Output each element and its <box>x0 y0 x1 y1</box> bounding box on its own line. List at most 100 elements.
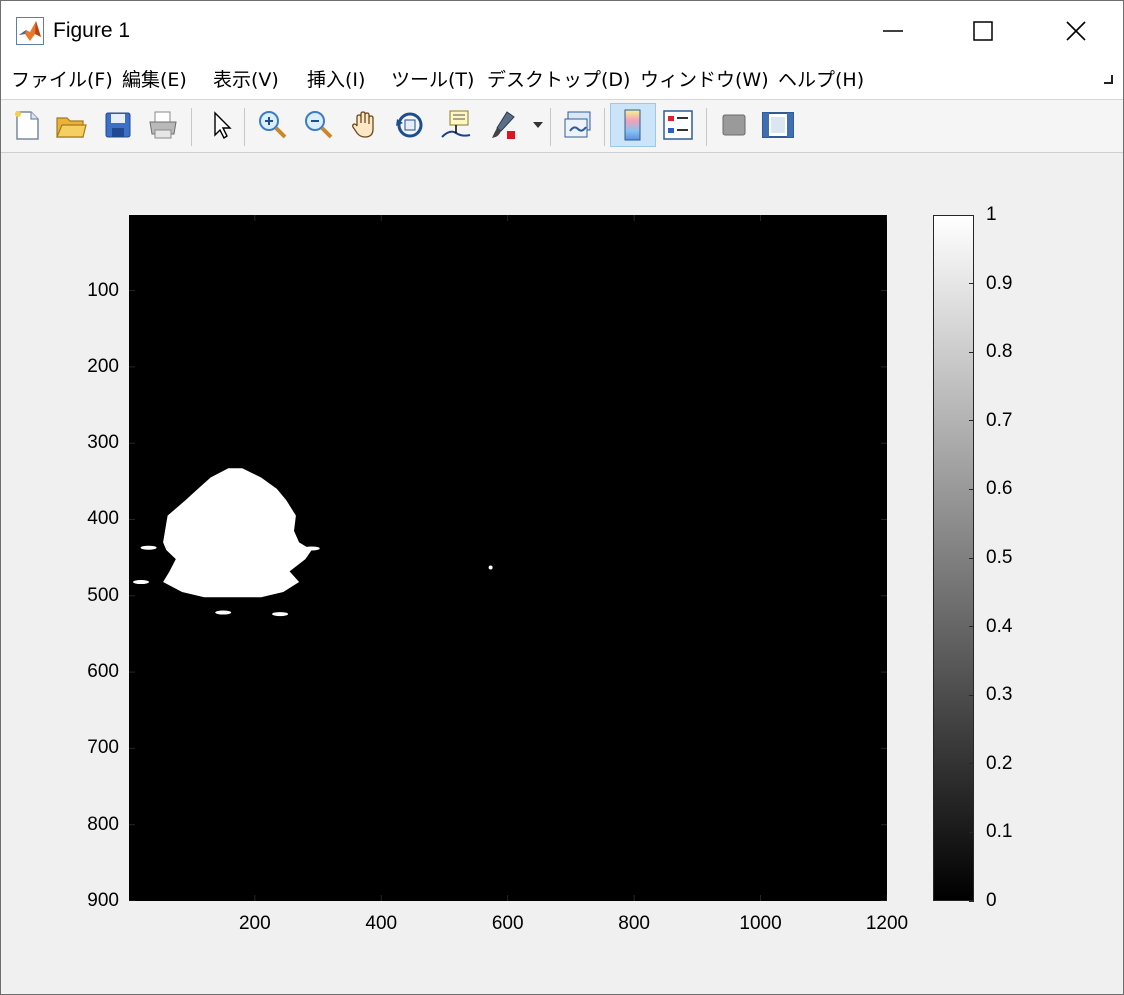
maximize-icon <box>973 21 993 41</box>
menu-insert[interactable]: 挿入(I) <box>307 68 365 92</box>
rotate-3d-button[interactable] <box>390 105 430 145</box>
colorbar-tick-label: 0.3 <box>986 684 1013 706</box>
chevron-down-icon <box>533 122 543 128</box>
toolbar-separator <box>550 108 551 146</box>
colorbar-tick-label: 0.9 <box>986 272 1013 294</box>
x-tick-label: 400 <box>365 913 398 934</box>
menu-edit[interactable]: 編集(E) <box>122 68 187 92</box>
colorbar-tick-mark <box>969 900 974 902</box>
image-axes[interactable] <box>129 215 887 901</box>
colorbar-icon <box>624 109 641 141</box>
x-tick-label: 1200 <box>865 913 909 934</box>
minimize-button[interactable] <box>863 1 923 61</box>
colorbar-tick-mark <box>969 214 974 216</box>
zoom-out-icon <box>305 111 333 139</box>
brush-icon <box>492 111 515 139</box>
edit-plot-arrow-icon <box>214 111 232 140</box>
figure-toolbar <box>1 100 1123 153</box>
insert-legend-button[interactable] <box>658 105 698 145</box>
open-file-icon <box>56 117 87 138</box>
menu-bar: ファイル(F) 編集(E) 表示(V) 挿入(I) ツール(T) デスクトップ(… <box>1 61 1123 100</box>
menu-desktop[interactable]: デスクトップ(D) <box>487 68 630 92</box>
colorbar-tick-mark <box>969 763 974 765</box>
colorbar-tick-mark <box>969 283 974 285</box>
minimize-icon <box>883 30 903 32</box>
x-tick-label: 200 <box>238 913 271 934</box>
edit-plot-button[interactable] <box>201 105 241 145</box>
y-tick-label: 500 <box>87 584 119 606</box>
maximize-button[interactable] <box>953 1 1013 61</box>
zoom-in-button[interactable] <box>253 105 293 145</box>
brush-dropdown-button[interactable] <box>530 105 546 145</box>
colorbar-tick-label: 0 <box>986 890 997 911</box>
y-tick-label: 400 <box>87 508 119 530</box>
toolbar-separator <box>604 108 605 146</box>
dock-figure-icon[interactable] <box>1099 70 1115 86</box>
colorbar-tick-label: 0.1 <box>986 821 1013 843</box>
toolbar-separator <box>191 108 192 146</box>
zoom-in-icon <box>259 111 287 139</box>
link-plot-button[interactable] <box>558 105 598 145</box>
zoom-out-button[interactable] <box>299 105 339 145</box>
x-tick-label: 600 <box>491 913 524 934</box>
x-tick-label: 800 <box>618 913 650 934</box>
white-blob <box>303 546 320 551</box>
pan-button[interactable] <box>345 105 385 145</box>
white-blob <box>272 612 289 617</box>
show-plot-tools-button[interactable] <box>758 105 798 145</box>
colorbar-tick-mark <box>969 694 974 696</box>
colorbar[interactable] <box>933 215 974 901</box>
colorbar-tick-mark <box>969 626 974 628</box>
data-cursor-button[interactable] <box>436 105 476 145</box>
y-tick-label: 200 <box>87 355 119 377</box>
y-tick-label: 700 <box>87 737 119 759</box>
pan-hand-icon <box>352 111 374 138</box>
colorbar-tick-label: 0.6 <box>986 478 1013 500</box>
insert-colorbar-button[interactable] <box>610 103 656 147</box>
menu-view[interactable]: 表示(V) <box>213 68 279 92</box>
colorbar-tick-mark <box>969 557 974 559</box>
hide-plot-tools-button[interactable] <box>714 105 754 145</box>
y-tick-label: 300 <box>87 432 119 454</box>
save-button[interactable] <box>98 105 138 145</box>
menu-help[interactable]: ヘルプ(H) <box>778 68 864 92</box>
print-button[interactable] <box>143 105 183 145</box>
close-icon <box>1066 21 1086 41</box>
toolbar-separator <box>244 108 245 146</box>
data-cursor-icon <box>441 110 471 138</box>
white-blob <box>133 580 150 585</box>
y-tick-label: 800 <box>87 813 119 835</box>
colorbar-tick-label: 0.2 <box>986 752 1013 774</box>
colorbar-tick-mark <box>969 488 974 490</box>
legend-icon <box>663 110 693 140</box>
menu-file[interactable]: ファイル(F) <box>11 68 113 92</box>
colorbar-tick-label: 0.7 <box>986 409 1013 431</box>
open-file-button[interactable] <box>51 105 91 145</box>
new-figure-icon <box>15 111 39 140</box>
print-icon <box>149 111 177 139</box>
colorbar-tick-mark <box>969 831 974 833</box>
rotate-3d-icon <box>396 112 423 138</box>
toolbar-separator <box>706 108 707 146</box>
new-figure-button[interactable] <box>7 105 47 145</box>
y-tick-label: 100 <box>87 279 119 301</box>
matlab-logo-icon <box>16 17 44 45</box>
window-title: Figure 1 <box>53 19 131 42</box>
colorbar-tick-label: 0.4 <box>986 615 1013 637</box>
menu-tools[interactable]: ツール(T) <box>391 68 474 92</box>
white-blob <box>215 610 232 615</box>
y-tick-label: 600 <box>87 661 119 683</box>
show-plot-tools-icon <box>762 112 794 138</box>
menu-window[interactable]: ウィンドウ(W) <box>640 68 769 92</box>
x-tick-label: 1000 <box>739 913 782 934</box>
colorbar-tick-label: 0.8 <box>986 341 1013 363</box>
colorbar-tick-label: 1 <box>986 204 997 225</box>
white-blob <box>140 545 157 550</box>
colorbar-tick-mark <box>969 420 974 422</box>
white-blob <box>488 565 493 570</box>
link-plot-icon <box>564 111 591 138</box>
title-bar[interactable]: Figure 1 <box>1 1 1123 61</box>
hide-plot-tools-icon <box>722 114 746 136</box>
brush-button[interactable] <box>483 105 523 145</box>
close-button[interactable] <box>1046 1 1106 61</box>
